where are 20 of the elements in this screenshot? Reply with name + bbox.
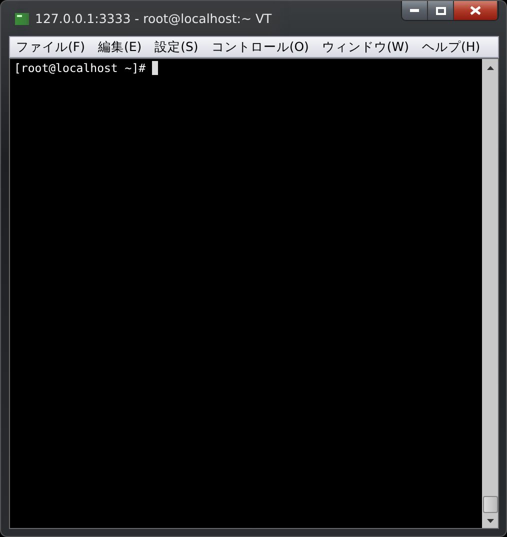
menu-item[interactable]: 編集(E) [92,38,149,56]
close-icon [470,6,481,15]
scroll-thumb[interactable] [482,496,498,513]
menu-item[interactable]: ウィンドウ(W) [316,38,416,56]
scroll-down-icon[interactable] [486,519,494,523]
menu-item[interactable]: コントロール(O) [205,38,316,56]
terminal-icon [15,12,29,24]
scrollbar[interactable] [482,59,498,528]
close-button[interactable] [454,1,498,20]
menu-item[interactable]: ファイル(F) [10,38,92,56]
maximize-button[interactable] [428,1,454,20]
text-cursor [152,61,158,75]
menu-item[interactable]: 設定(S) [148,38,206,56]
maximize-icon [436,6,446,14]
minimize-button[interactable] [402,1,428,20]
shell-prompt: [root@localhost ~]# [14,61,146,75]
minimize-icon [410,9,419,12]
menu-item[interactable]: ヘルプ(H) [416,38,488,56]
scroll-up-icon[interactable] [486,66,494,70]
window-title: 127.0.0.1:3333 - root@localhost:~ VT [35,11,272,26]
